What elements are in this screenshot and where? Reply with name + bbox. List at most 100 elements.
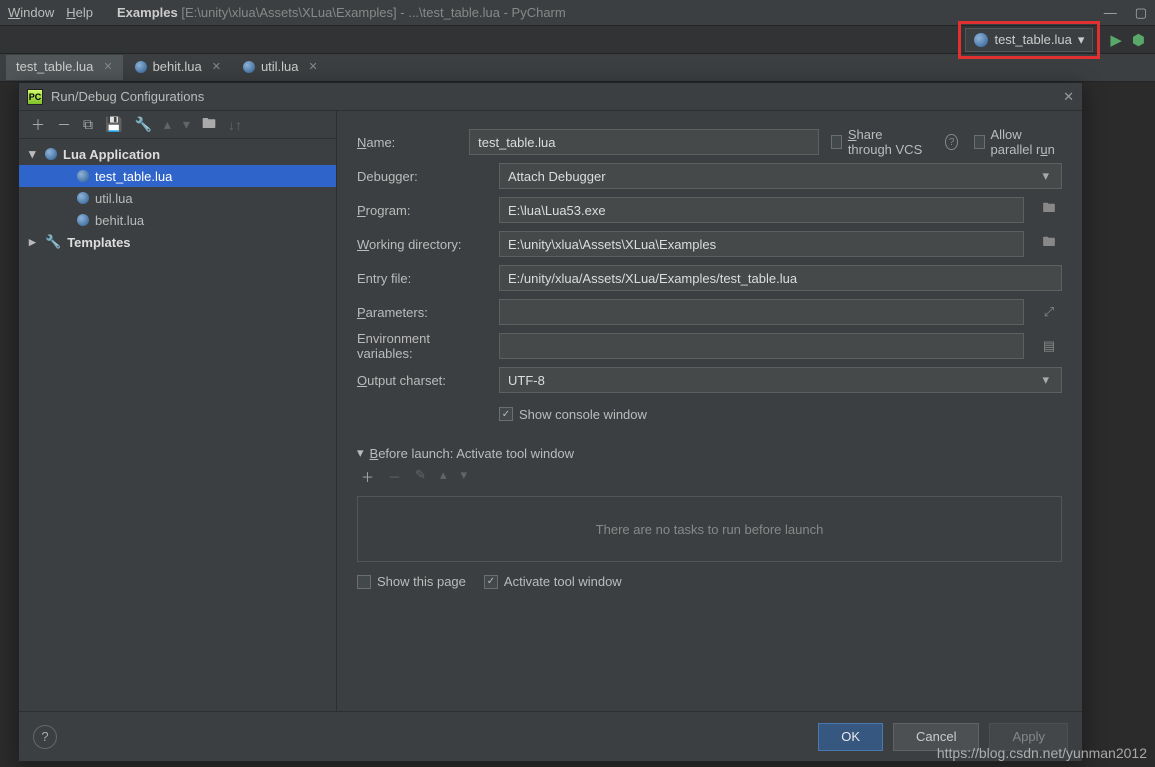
lua-icon [243,61,255,73]
debug-icon[interactable]: ⬢ [1132,31,1145,49]
copy-icon[interactable]: ⧉ [83,116,93,133]
help-button[interactable]: ? [33,725,57,749]
row-params: Parameters: ⤢ [357,295,1062,329]
help-icon[interactable]: ? [945,134,957,150]
no-tasks-text: There are no tasks to run before launch [596,522,824,537]
row-program: Program: 🖿 [357,193,1062,227]
program-input[interactable] [499,197,1024,223]
expand-icon: ▸ [29,234,39,250]
add-icon[interactable]: ＋ [31,115,45,135]
chevron-down-icon: ▾ [1042,168,1053,184]
browse-icon[interactable]: 🖿 [1036,233,1062,255]
dialog-titlebar: PC Run/Debug Configurations ✕ [19,83,1082,111]
env-input[interactable] [499,333,1024,359]
main-toolbar: test_table.lua ▾ ▶ ⬢ [0,26,1155,54]
name-input[interactable] [469,129,819,155]
list-icon[interactable]: ▤ [1036,338,1062,354]
expand-icon[interactable]: ⤢ [1036,304,1062,320]
down-icon[interactable]: ▾ [183,116,190,133]
show-console-checkbox[interactable]: Show console window [499,407,647,422]
project-name: Examples [117,5,178,20]
window-title: Examples [E:\unity\xlua\Assets\XLua\Exam… [117,5,566,20]
tab-test-table[interactable]: test_table.lua ✕ [6,55,123,80]
lua-icon [77,214,89,226]
entry-label: Entry file: [357,271,487,286]
expand-icon: ▾ [29,146,39,162]
close-icon[interactable]: ✕ [309,60,318,73]
tab-label: util.lua [261,59,299,74]
before-launch-list: There are no tasks to run before launch [357,496,1062,562]
project-path: [E:\unity\xlua\Assets\XLua\Examples] - .… [181,5,565,20]
before-launch-label: Before launch: Activate tool window [370,446,575,461]
wd-input[interactable] [499,231,1024,257]
edit-icon[interactable]: ✎ [415,467,426,486]
save-icon[interactable]: 💾 [105,116,122,133]
share-vcs-checkbox[interactable]: Share through VCS [831,127,929,157]
run-config-highlight: test_table.lua ▾ [958,21,1100,59]
collapse-icon: ▾ [357,445,364,461]
tree-group-lua[interactable]: ▾ Lua Application [19,143,336,165]
tree-item-test-table[interactable]: test_table.lua [19,165,336,187]
chevron-down-icon: ▾ [1078,32,1085,48]
row-charset: Output charset: UTF-8 ▾ [357,363,1062,397]
cancel-button[interactable]: Cancel [893,723,979,751]
minimize-icon[interactable]: — [1104,5,1117,21]
tab-util[interactable]: util.lua ✕ [233,55,328,80]
config-tree-panel: ＋ － ⧉ 💾 🔧 ▴ ▾ 🖿 ↓↑ ▾ Lua Application [19,111,337,711]
allow-parallel-label: Allow parallel run [991,127,1063,157]
close-icon[interactable]: ✕ [103,60,112,73]
window-controls: — ▢ [1104,5,1147,21]
charset-value: UTF-8 [508,373,545,388]
entry-input[interactable] [499,265,1062,291]
ok-button[interactable]: OK [818,723,883,751]
browse-icon[interactable]: 🖿 [1036,199,1062,221]
activate-tool-checkbox[interactable]: Activate tool window [484,574,622,589]
env-label: Environment variables: [357,331,487,361]
charset-select[interactable]: UTF-8 ▾ [499,367,1062,393]
allow-parallel-checkbox[interactable]: Allow parallel run [974,127,1062,157]
menu-help[interactable]: Help [66,5,93,20]
chevron-down-icon: ▾ [1042,372,1053,388]
apply-button[interactable]: Apply [989,723,1068,751]
tree-item-label: util.lua [95,191,133,206]
debugger-select[interactable]: Attach Debugger ▾ [499,163,1062,189]
row-entry: Entry file: [357,261,1062,295]
tree-item-util[interactable]: util.lua [19,187,336,209]
tree-item-behit[interactable]: behit.lua [19,209,336,231]
run-config-selector[interactable]: test_table.lua ▾ [965,28,1093,52]
bottom-options: Show this page Activate tool window [357,574,1062,589]
remove-icon[interactable]: － [57,115,71,135]
params-input[interactable] [499,299,1024,325]
menu-window[interactable]: Window [8,5,54,20]
dialog-body: ＋ － ⧉ 💾 🔧 ▴ ▾ 🖿 ↓↑ ▾ Lua Application [19,111,1082,711]
row-debugger: Debugger: Attach Debugger ▾ [357,159,1062,193]
remove-icon[interactable]: － [388,467,401,486]
tree-templates-label: Templates [67,235,130,250]
tree-templates[interactable]: ▸ 🔧 Templates [19,231,336,253]
tab-behit[interactable]: behit.lua ✕ [125,55,231,80]
show-page-label: Show this page [377,574,466,589]
wrench-icon: 🔧 [45,234,61,250]
lua-icon [77,192,89,204]
tree-item-label: test_table.lua [95,169,172,184]
row-name: Name: Share through VCS ? Allow parallel… [357,125,1062,159]
sort-icon[interactable]: ↓↑ [228,117,242,133]
wrench-icon[interactable]: 🔧 [134,116,151,133]
debugger-value: Attach Debugger [508,169,606,184]
up-icon[interactable]: ▴ [440,467,447,486]
show-page-checkbox[interactable]: Show this page [357,574,466,589]
lua-icon [45,148,57,160]
wd-label: Working directory: [357,237,487,252]
show-console-label: Show console window [519,407,647,422]
down-icon[interactable]: ▾ [460,467,467,486]
name-label: Name: [357,135,457,150]
add-icon[interactable]: ＋ [361,467,374,486]
close-icon[interactable]: ✕ [212,60,221,73]
run-config-label: test_table.lua [994,32,1071,47]
close-icon[interactable]: ✕ [1063,89,1074,105]
folder-icon[interactable]: 🖿 [202,113,216,137]
maximize-icon[interactable]: ▢ [1135,5,1147,21]
run-icon[interactable]: ▶ [1110,31,1122,49]
before-launch-header[interactable]: ▾ Before launch: Activate tool window [357,445,1062,461]
up-icon[interactable]: ▴ [164,116,171,133]
